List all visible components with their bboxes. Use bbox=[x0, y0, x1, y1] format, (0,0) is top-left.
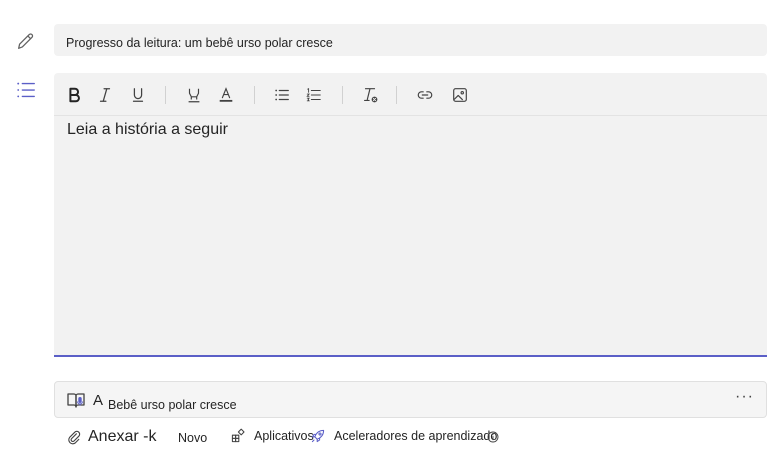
instructions-list-icon bbox=[14, 78, 38, 102]
image-icon[interactable] bbox=[449, 84, 471, 106]
learning-accelerators-label: Aceleradores de aprendizado bbox=[334, 429, 498, 443]
bold-icon[interactable] bbox=[63, 84, 85, 106]
instructions-text[interactable]: Leia a história a seguir bbox=[67, 121, 228, 139]
clear-formatting-icon[interactable] bbox=[359, 84, 381, 106]
new-button[interactable]: Novo bbox=[178, 431, 207, 445]
apps-label: Aplicativos bbox=[254, 429, 314, 443]
paperclip-icon bbox=[68, 430, 81, 445]
pencil-icon bbox=[14, 29, 38, 53]
attachment-name[interactable]: Bebê urso polar cresce bbox=[108, 398, 237, 412]
attachment-prefix: A bbox=[93, 392, 104, 409]
attach-button[interactable]: Anexar -k bbox=[66, 428, 156, 446]
info-icon[interactable] bbox=[487, 431, 499, 443]
apps-icon bbox=[231, 428, 245, 443]
assignment-actions-bar: Anexar -k Novo Aplicativos Aceleradores … bbox=[0, 424, 784, 454]
link-icon[interactable] bbox=[414, 84, 436, 106]
font-color-icon[interactable] bbox=[215, 84, 237, 106]
attach-label: Anexar -k bbox=[88, 428, 157, 445]
assignment-title-field[interactable]: Progresso da leitura: um bebê urso polar… bbox=[54, 24, 767, 56]
reading-progress-icon bbox=[67, 393, 85, 408]
more-options-button[interactable]: ··· bbox=[735, 388, 754, 406]
attachment-card[interactable]: A Bebê urso polar cresce ··· bbox=[54, 381, 767, 418]
numbered-list-icon[interactable] bbox=[303, 84, 325, 106]
italic-icon[interactable] bbox=[94, 84, 116, 106]
instructions-editor[interactable]: Leia a história a seguir bbox=[54, 73, 767, 357]
formatting-toolbar bbox=[54, 73, 767, 116]
underline-icon[interactable] bbox=[127, 84, 149, 106]
bullet-list-icon[interactable] bbox=[271, 84, 293, 106]
learning-accelerators-button[interactable]: Aceleradores de aprendizado bbox=[310, 428, 497, 444]
apps-button[interactable]: Aplicativos bbox=[230, 428, 314, 444]
rocket-icon bbox=[311, 429, 325, 443]
highlight-icon[interactable] bbox=[183, 84, 205, 106]
